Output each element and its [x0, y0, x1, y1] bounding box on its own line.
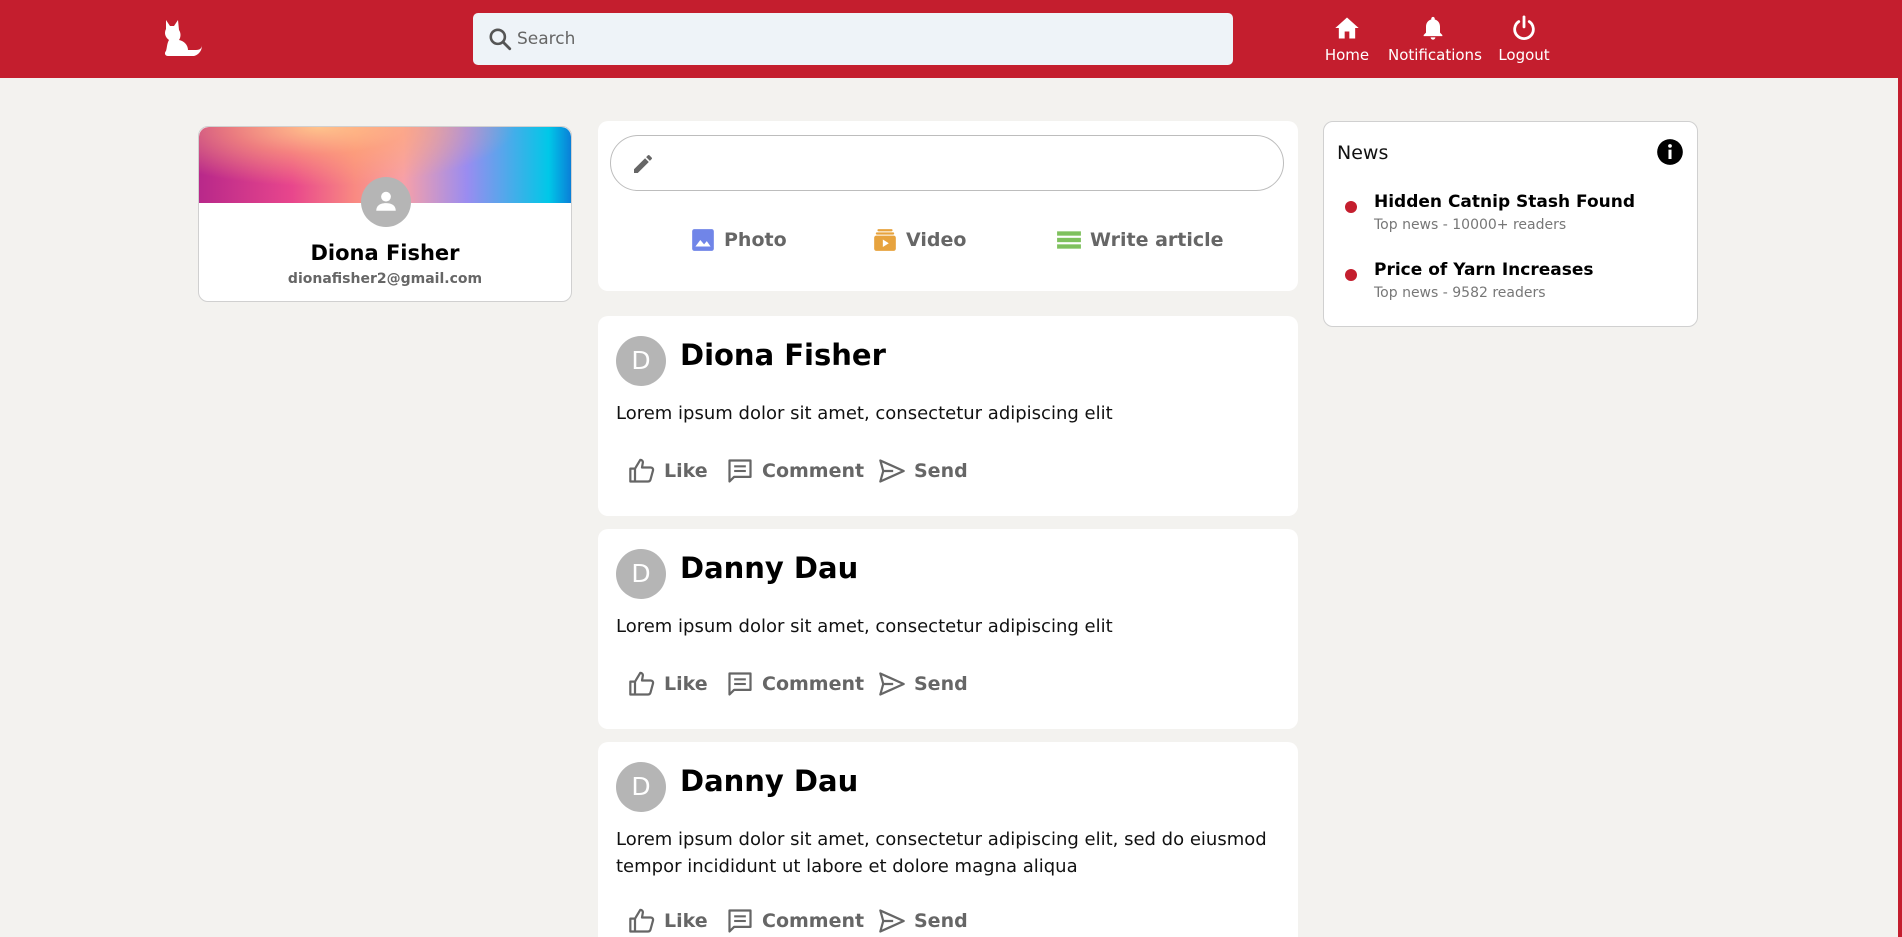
comment-icon	[728, 909, 752, 933]
send-button[interactable]: Send	[878, 906, 968, 936]
post-avatar[interactable]: D	[616, 762, 666, 812]
nav-home-label: Home	[1324, 46, 1370, 64]
scrollbar[interactable]	[1898, 0, 1902, 937]
video-label: Video	[906, 229, 967, 251]
post-author[interactable]: Danny Dau	[680, 551, 858, 585]
profile-email: dionafisher2@gmail.com	[287, 271, 483, 287]
news-panel: News Hidden Catnip Stash Found Top news …	[1323, 121, 1698, 327]
photo-button[interactable]: Photo	[690, 225, 787, 255]
post-card: D Danny Dau Lorem ipsum dolor sit amet, …	[598, 742, 1298, 937]
send-button[interactable]: Send	[878, 456, 968, 486]
like-button[interactable]: Like	[628, 456, 708, 486]
post-avatar[interactable]: D	[616, 549, 666, 599]
news-title: News	[1337, 142, 1389, 164]
like-label: Like	[664, 673, 708, 695]
comment-label: Comment	[762, 673, 865, 695]
comment-label: Comment	[762, 460, 865, 482]
send-label: Send	[914, 460, 968, 482]
like-label: Like	[664, 460, 708, 482]
photo-icon	[692, 229, 714, 251]
search-input[interactable]	[517, 23, 1207, 55]
search-icon	[489, 28, 512, 51]
post-card: D Diona Fisher Lorem ipsum dolor sit ame…	[598, 316, 1298, 516]
info-icon[interactable]	[1656, 138, 1684, 166]
send-label: Send	[914, 673, 968, 695]
comment-button[interactable]: Comment	[726, 456, 864, 486]
nav-logout[interactable]: Logout	[1494, 12, 1554, 68]
post-author[interactable]: Diona Fisher	[680, 338, 886, 372]
home-icon	[1335, 17, 1359, 39]
news-item-subtitle: Top news - 9582 readers	[1374, 285, 1546, 301]
bullet-dot-icon	[1345, 269, 1357, 281]
search-bar[interactable]	[473, 13, 1233, 65]
send-icon	[879, 672, 905, 696]
post-text: Lorem ipsum dolor sit amet, consectetur …	[616, 616, 1113, 637]
cat-logo-icon[interactable]	[160, 18, 204, 58]
like-button[interactable]: Like	[628, 669, 708, 699]
bell-icon	[1423, 16, 1443, 40]
article-icon	[1057, 231, 1081, 249]
post-card: D Danny Dau Lorem ipsum dolor sit amet, …	[598, 529, 1298, 729]
thumbs-up-icon	[629, 458, 655, 483]
send-label: Send	[914, 910, 968, 932]
send-icon	[879, 459, 905, 483]
top-header: Home Notifications Logout	[0, 0, 1898, 78]
pencil-icon	[634, 154, 653, 173]
like-label: Like	[664, 910, 708, 932]
thumbs-up-icon	[629, 671, 655, 696]
profile-name[interactable]: Diona Fisher	[199, 241, 571, 265]
news-item-subtitle: Top news - 10000+ readers	[1374, 217, 1567, 233]
nav-logout-label: Logout	[1498, 46, 1550, 64]
post-composer: Photo Video Write article	[598, 121, 1298, 291]
comment-icon	[728, 672, 752, 696]
nav-notifications[interactable]: Notifications	[1388, 12, 1482, 68]
bullet-dot-icon	[1345, 201, 1357, 213]
comment-button[interactable]: Comment	[726, 669, 864, 699]
news-item-title: Hidden Catnip Stash Found	[1374, 192, 1635, 212]
write-article-label: Write article	[1090, 229, 1224, 251]
send-icon	[879, 909, 905, 933]
like-button[interactable]: Like	[628, 906, 708, 936]
start-post-input[interactable]	[610, 135, 1284, 191]
avatar[interactable]	[361, 177, 411, 227]
video-button[interactable]: Video	[872, 225, 966, 255]
person-icon	[376, 191, 396, 211]
send-button[interactable]: Send	[878, 669, 968, 699]
power-icon	[1513, 15, 1535, 40]
video-icon	[874, 229, 896, 251]
write-article-button[interactable]: Write article	[1056, 225, 1224, 255]
news-item-title: Price of Yarn Increases	[1374, 260, 1594, 280]
comment-icon	[728, 459, 752, 483]
photo-label: Photo	[724, 229, 787, 251]
nav-notifications-label: Notifications	[1388, 46, 1482, 64]
thumbs-up-icon	[629, 908, 655, 933]
nav-home[interactable]: Home	[1322, 12, 1372, 68]
comment-label: Comment	[762, 910, 865, 932]
post-avatar[interactable]: D	[616, 336, 666, 386]
post-author[interactable]: Danny Dau	[680, 764, 858, 798]
post-text: Lorem ipsum dolor sit amet, consectetur …	[616, 829, 1267, 877]
comment-button[interactable]: Comment	[726, 906, 864, 936]
post-text: Lorem ipsum dolor sit amet, consectetur …	[616, 403, 1113, 424]
profile-card: Diona Fisher dionafisher2@gmail.com	[198, 126, 572, 302]
